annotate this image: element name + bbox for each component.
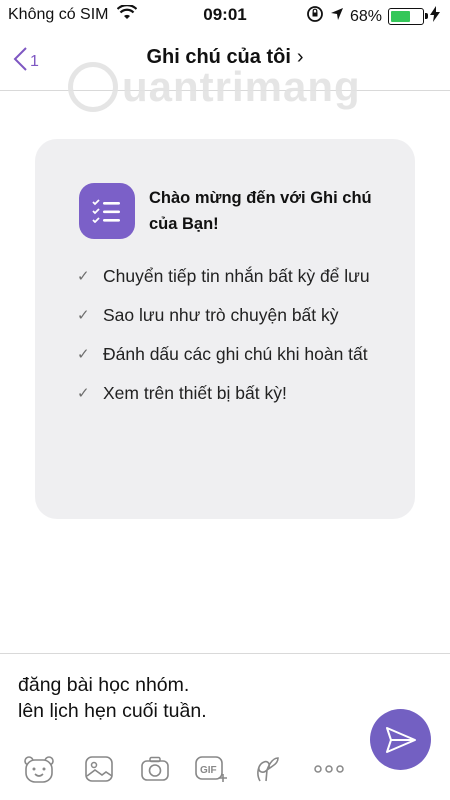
feature-text: Sao lưu như trò chuyện bất kỳ	[103, 305, 339, 325]
feature-item: ✓ Chuyển tiếp tin nhắn bất kỳ để lưu	[77, 265, 397, 288]
checkmark-icon: ✓	[77, 268, 90, 285]
message-input[interactable]: đăng bài học nhóm. lên lịch hẹn cuối tuầ…	[18, 672, 207, 724]
status-bar: Không có SIM 09:01 68%	[0, 0, 450, 32]
watermark-logo: uantrimang	[68, 62, 361, 112]
feature-list: ✓ Chuyển tiếp tin nhắn bất kỳ để lưu ✓ S…	[77, 265, 397, 421]
welcome-card: Chào mừng đến với Ghi chú của Bạn! ✓ Chu…	[35, 139, 415, 519]
svg-text:GIF: GIF	[200, 765, 217, 776]
checklist-icon	[79, 183, 135, 239]
orientation-lock-icon	[306, 5, 324, 28]
feature-text: Đánh dấu các ghi chú khi hoàn tất	[103, 344, 368, 364]
status-right: 68%	[306, 5, 440, 28]
message-line-1: đăng bài học nhóm.	[18, 674, 190, 696]
feature-text: Xem trên thiết bị bất kỳ!	[103, 383, 287, 403]
feature-item: ✓ Xem trên thiết bị bất kỳ!	[77, 382, 397, 405]
welcome-card-header: Chào mừng đến với Ghi chú của Bạn!	[79, 183, 389, 239]
composer-toolbar: GIF	[0, 752, 360, 788]
battery-icon	[388, 8, 428, 25]
feature-item: ✓ Sao lưu như trò chuyện bất kỳ	[77, 304, 397, 327]
gif-icon[interactable]: GIF	[194, 752, 228, 786]
watermark-text: uantrimang	[122, 63, 361, 110]
checkmark-icon: ✓	[77, 307, 90, 324]
message-composer: đăng bài học nhóm. lên lịch hẹn cuối tuầ…	[0, 653, 450, 800]
sticker-icon[interactable]	[22, 752, 56, 786]
camera-icon[interactable]	[138, 752, 172, 786]
feature-text: Chuyển tiếp tin nhắn bất kỳ để lưu	[103, 266, 370, 286]
feature-item: ✓ Đánh dấu các ghi chú khi hoàn tất	[77, 343, 397, 366]
welcome-title: Chào mừng đến với Ghi chú của Bạn!	[149, 189, 372, 233]
location-icon	[330, 7, 344, 26]
battery-percent: 68%	[349, 7, 382, 25]
message-line-2: lên lịch hẹn cuối tuần.	[18, 700, 207, 722]
doodle-icon[interactable]	[250, 752, 284, 786]
watermark-q-icon	[68, 62, 118, 112]
send-button[interactable]	[370, 709, 431, 770]
checkmark-icon: ✓	[77, 385, 90, 402]
send-icon	[385, 726, 416, 753]
charging-icon	[430, 6, 440, 27]
more-icon[interactable]	[312, 752, 346, 786]
checkmark-icon: ✓	[77, 346, 90, 363]
gallery-icon[interactable]	[82, 752, 116, 786]
